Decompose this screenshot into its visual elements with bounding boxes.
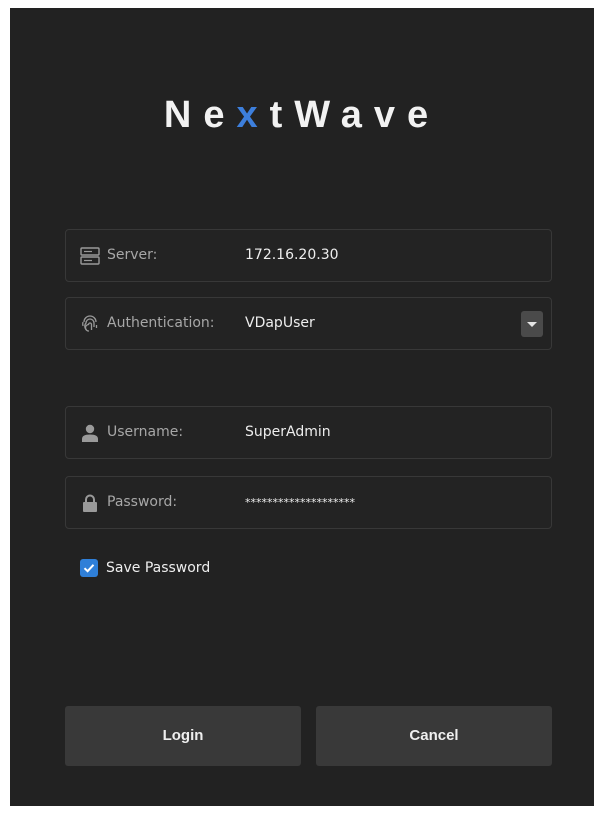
server-field[interactable]: Server: bbox=[65, 229, 552, 282]
authentication-field[interactable]: Authentication: VDapUser bbox=[65, 297, 552, 350]
password-field[interactable]: Password: ******************** bbox=[65, 476, 552, 529]
username-input[interactable] bbox=[245, 422, 505, 442]
logo-text-accent: x bbox=[236, 94, 270, 136]
user-icon bbox=[80, 424, 100, 442]
server-icon bbox=[80, 247, 100, 265]
password-label: Password: bbox=[107, 494, 178, 510]
username-field[interactable]: Username: bbox=[65, 406, 552, 459]
fingerprint-icon bbox=[80, 315, 100, 333]
login-button[interactable]: Login bbox=[65, 706, 301, 766]
logo-text-end: tWave bbox=[269, 94, 441, 136]
password-input[interactable]: ******************** bbox=[245, 493, 505, 513]
username-label: Username: bbox=[107, 424, 184, 440]
authentication-dropdown-button[interactable] bbox=[521, 311, 543, 337]
server-input[interactable] bbox=[245, 245, 505, 265]
chevron-down-icon bbox=[527, 322, 537, 327]
save-password-label: Save Password bbox=[106, 560, 211, 576]
cancel-button[interactable]: Cancel bbox=[316, 706, 552, 766]
login-dialog: NextWave Server: Authentication: VDap bbox=[10, 8, 594, 806]
lock-icon bbox=[80, 494, 100, 512]
save-password-checkbox[interactable] bbox=[80, 559, 98, 577]
authentication-label: Authentication: bbox=[107, 315, 215, 331]
logo-text-start: Ne bbox=[163, 94, 237, 136]
app-logo: NextWave bbox=[10, 94, 594, 137]
checkmark-icon bbox=[83, 564, 95, 573]
authentication-select-value[interactable]: VDapUser bbox=[245, 313, 505, 333]
server-label: Server: bbox=[107, 247, 158, 263]
